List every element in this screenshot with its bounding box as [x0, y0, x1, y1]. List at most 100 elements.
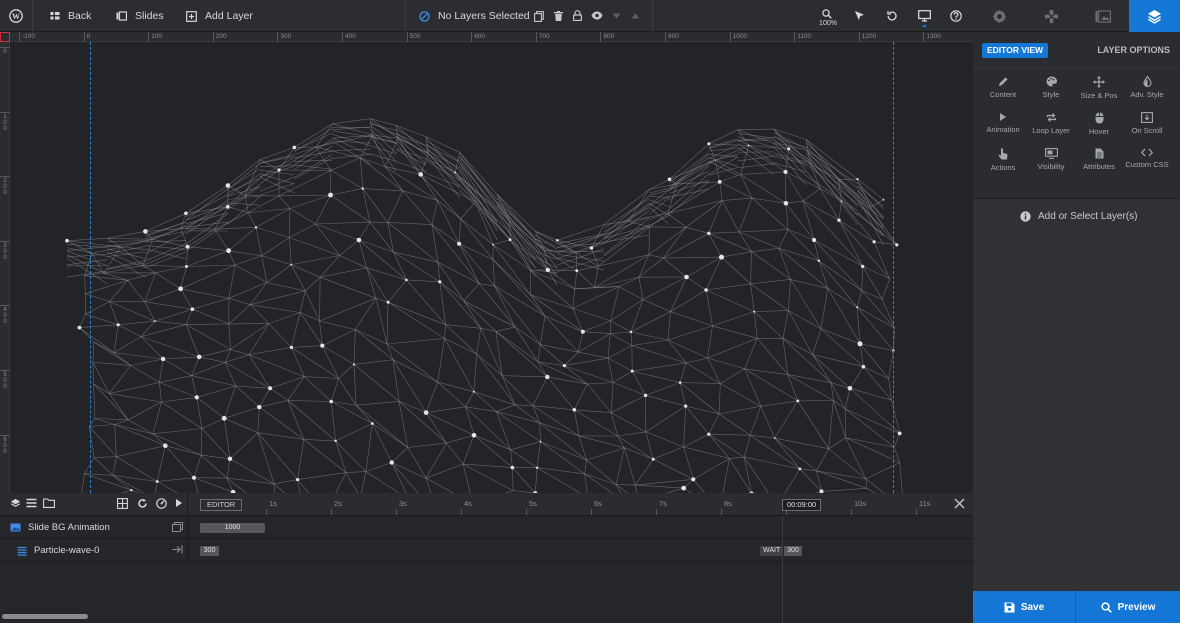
list-view-icon[interactable] [26, 498, 37, 508]
info-icon [1020, 211, 1031, 222]
no-selection-icon [419, 10, 430, 22]
arrow-to-end-icon[interactable] [172, 545, 183, 554]
time-second-label: 6s [594, 499, 602, 508]
time-second-label: 2s [334, 499, 342, 508]
tab-slide-layout[interactable] [1077, 0, 1129, 32]
option-label: Adv. Style [1130, 90, 1164, 99]
option-animation[interactable]: Animation [979, 112, 1027, 142]
close-icon[interactable] [954, 498, 965, 509]
row-label: Particle-wave-0 [0, 539, 188, 562]
add-layer-button[interactable]: Add Layer [186, 0, 253, 32]
wordpress-logo[interactable]: W [9, 0, 23, 32]
time-tick [591, 509, 592, 515]
lock-icon[interactable] [573, 10, 582, 21]
slide-right-guide[interactable] [893, 42, 894, 493]
option-label: Custom CSS [1125, 160, 1169, 169]
ruler-h-label: 100 [148, 32, 162, 42]
desktop-view-icon[interactable] [918, 10, 931, 22]
slide-canvas[interactable]: -100 0 100 200 300 400 500 600 700 800 900 1000 1100… [0, 32, 973, 493]
grid-icon [50, 11, 60, 21]
option-size-pos[interactable]: Size & Pos [1075, 76, 1123, 106]
ruler-h-label: 1100 [794, 32, 811, 42]
save-button[interactable]: Save [973, 591, 1076, 623]
code-icon [1141, 148, 1153, 157]
move-down-icon[interactable] [612, 13, 621, 19]
layers-icon [1147, 9, 1162, 24]
back-button[interactable]: Back [50, 0, 91, 32]
layers-toggle-icon[interactable] [10, 498, 21, 509]
top-toolbar: W Back Slides Add Layer No Layers Select… [0, 0, 1180, 32]
play-timeline-icon[interactable] [175, 498, 183, 508]
timeline-scrollbar[interactable] [2, 614, 88, 619]
ruler-v-label: 200 [0, 176, 10, 196]
delete-icon[interactable] [554, 11, 563, 21]
current-time-display[interactable]: 00:09:00 [782, 499, 822, 511]
drop-icon [1142, 76, 1152, 87]
time-tick [461, 509, 462, 515]
timeline-tools [0, 493, 188, 516]
snap-grid-icon[interactable] [117, 498, 128, 509]
duplicate-icon[interactable] [534, 11, 544, 22]
ruler-h-label: 500 [406, 32, 420, 42]
layer-start-bar[interactable]: 300 [200, 546, 219, 556]
document-icon [1095, 148, 1104, 159]
visibility-eye-icon[interactable] [591, 11, 603, 20]
ruler-h-label: 200 [212, 32, 227, 42]
row-title: Slide BG Animation [28, 522, 110, 533]
time-tick [656, 509, 657, 515]
help-icon[interactable] [950, 10, 962, 22]
slide-left-guide[interactable] [90, 42, 91, 493]
option-on-scroll[interactable]: On Scroll [1123, 112, 1171, 142]
timeline-row-slide-bg[interactable]: Slide BG Animation 1000 [0, 516, 973, 539]
vertical-ruler: 0 100 200 300 400 500 600 [0, 42, 10, 493]
editor-view-badge[interactable]: EDITOR VIEW [982, 43, 1049, 58]
image-layer-icon [10, 523, 21, 532]
particle-wave-layer[interactable] [0, 32, 973, 493]
zoom-icon[interactable] [822, 9, 832, 19]
move-up-icon[interactable] [631, 13, 640, 19]
repeat-icon[interactable] [137, 498, 148, 509]
playhead-line[interactable] [782, 516, 783, 623]
option-actions[interactable]: Actions [979, 148, 1027, 178]
option-attributes[interactable]: Attributes [1075, 148, 1123, 178]
option-hover[interactable]: Hover [1075, 112, 1123, 142]
floppy-disk-icon [1004, 602, 1015, 613]
bg-image-icon[interactable] [172, 522, 183, 532]
timeline-editor-tag[interactable]: EDITOR [200, 499, 243, 511]
time-second-label: 8s [724, 499, 732, 508]
option-custom-css[interactable]: Custom CSS [1123, 148, 1171, 178]
option-label: Content [989, 90, 1017, 99]
play-icon [999, 112, 1007, 122]
row-title: Particle-wave-0 [34, 545, 100, 556]
option-content[interactable]: Content [979, 76, 1027, 106]
preview-button[interactable]: Preview [1076, 591, 1180, 623]
option-label: Visibility [1037, 162, 1065, 171]
ruler-h-label: 400 [342, 32, 356, 42]
pointer-cursor-icon[interactable] [854, 10, 865, 22]
time-second-label: 4s [464, 499, 472, 508]
time-tick [526, 509, 527, 515]
option-loop-layer[interactable]: Loop Layer [1027, 112, 1075, 142]
folder-icon[interactable] [43, 498, 55, 508]
panel-header: EDITOR VIEW LAYER OPTIONS [973, 32, 1180, 68]
option-label: Attributes [1083, 162, 1115, 171]
option-visibility[interactable]: Visibility [1027, 148, 1075, 178]
tab-layers[interactable] [1129, 0, 1180, 32]
tab-settings[interactable] [973, 0, 1025, 32]
hand-pointer-icon [998, 148, 1008, 160]
option-adv-style[interactable]: Adv. Style [1123, 76, 1171, 106]
wait-duration[interactable]: 300 [784, 546, 802, 556]
bg-animation-bar[interactable]: 1000 [200, 523, 265, 533]
ruler-h-label: 1200 [858, 32, 876, 42]
time-tick [916, 509, 917, 515]
slides-icon [116, 11, 127, 21]
timeline-header: EDITOR 00:09:00 1s2s3s4s5s6s7s8s9s10s11s [0, 493, 973, 516]
tab-navigation[interactable] [1025, 0, 1077, 32]
undo-icon[interactable] [886, 10, 898, 22]
mouse-icon [1095, 112, 1104, 124]
speed-icon[interactable] [156, 498, 167, 509]
option-label: Actions [990, 163, 1016, 172]
option-style[interactable]: Style [1027, 76, 1075, 106]
timeline-row-particle-wave[interactable]: Particle-wave-0 300 WAIT 300 [0, 539, 973, 562]
slides-button[interactable]: Slides [116, 0, 164, 32]
